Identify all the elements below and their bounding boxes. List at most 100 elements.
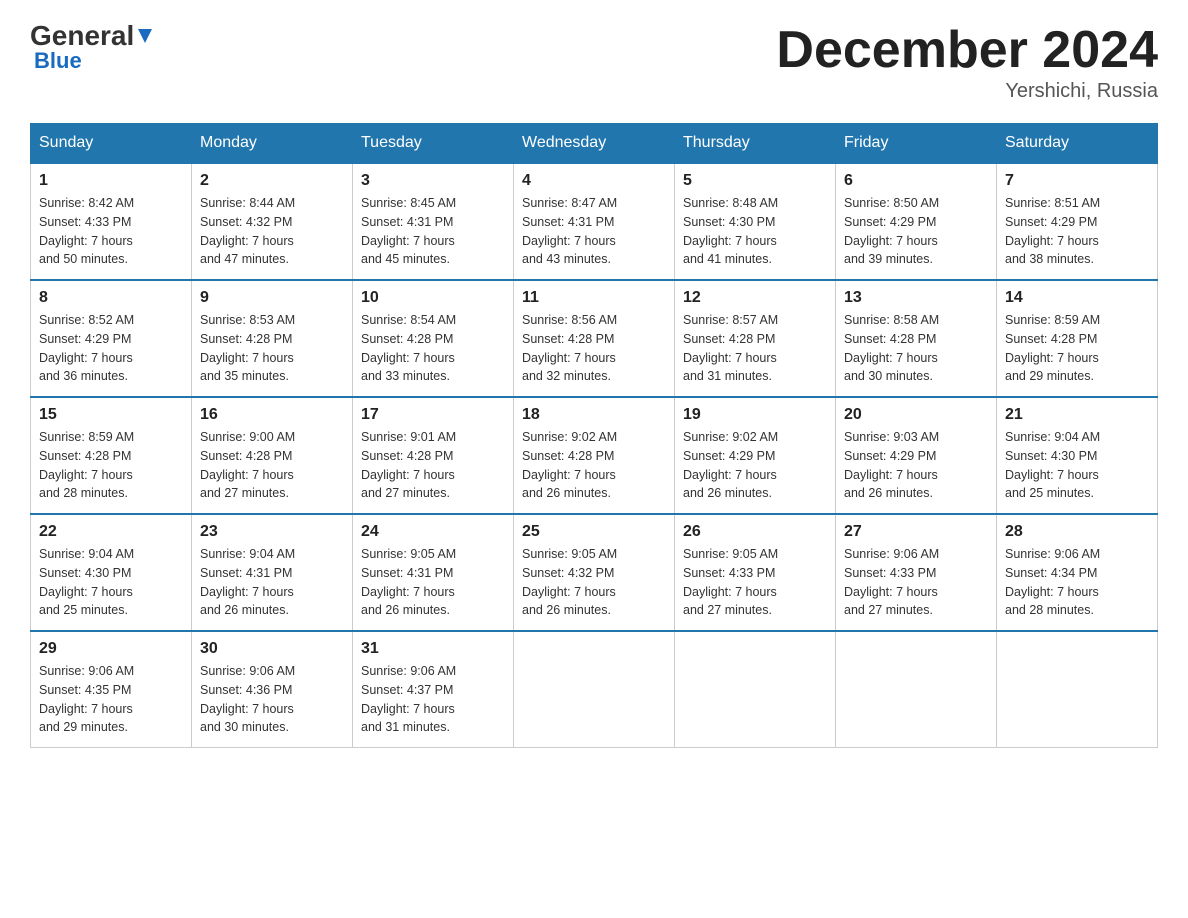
calendar-cell [675,631,836,748]
calendar-cell: 31 Sunrise: 9:06 AMSunset: 4:37 PMDaylig… [353,631,514,748]
calendar-cell: 8 Sunrise: 8:52 AMSunset: 4:29 PMDayligh… [31,280,192,397]
day-number: 11 [522,289,666,307]
calendar-cell: 4 Sunrise: 8:47 AMSunset: 4:31 PMDayligh… [514,163,675,280]
day-info: Sunrise: 9:02 AMSunset: 4:28 PMDaylight:… [522,430,617,500]
day-number: 15 [39,406,183,424]
day-number: 6 [844,172,988,190]
weekday-header-row: Sunday Monday Tuesday Wednesday Thursday… [31,124,1158,164]
day-number: 28 [1005,523,1149,541]
calendar-cell: 7 Sunrise: 8:51 AMSunset: 4:29 PMDayligh… [997,163,1158,280]
calendar-cell: 12 Sunrise: 8:57 AMSunset: 4:28 PMDaylig… [675,280,836,397]
calendar-cell: 17 Sunrise: 9:01 AMSunset: 4:28 PMDaylig… [353,397,514,514]
day-info: Sunrise: 9:06 AMSunset: 4:34 PMDaylight:… [1005,547,1100,617]
day-info: Sunrise: 9:00 AMSunset: 4:28 PMDaylight:… [200,430,295,500]
calendar-cell: 9 Sunrise: 8:53 AMSunset: 4:28 PMDayligh… [192,280,353,397]
day-info: Sunrise: 8:56 AMSunset: 4:28 PMDaylight:… [522,313,617,383]
calendar-cell: 22 Sunrise: 9:04 AMSunset: 4:30 PMDaylig… [31,514,192,631]
logo: General Blue [30,20,156,74]
calendar-cell: 25 Sunrise: 9:05 AMSunset: 4:32 PMDaylig… [514,514,675,631]
header-monday: Monday [192,124,353,164]
day-number: 31 [361,640,505,658]
calendar-cell: 18 Sunrise: 9:02 AMSunset: 4:28 PMDaylig… [514,397,675,514]
day-number: 16 [200,406,344,424]
location: Yershichi, Russia [776,80,1158,103]
day-number: 19 [683,406,827,424]
day-info: Sunrise: 9:04 AMSunset: 4:31 PMDaylight:… [200,547,295,617]
day-info: Sunrise: 9:05 AMSunset: 4:32 PMDaylight:… [522,547,617,617]
day-number: 9 [200,289,344,307]
calendar-cell [836,631,997,748]
day-info: Sunrise: 8:48 AMSunset: 4:30 PMDaylight:… [683,196,778,266]
day-number: 25 [522,523,666,541]
calendar-cell: 15 Sunrise: 8:59 AMSunset: 4:28 PMDaylig… [31,397,192,514]
week-row-1: 1 Sunrise: 8:42 AMSunset: 4:33 PMDayligh… [31,163,1158,280]
day-number: 26 [683,523,827,541]
day-number: 22 [39,523,183,541]
day-number: 10 [361,289,505,307]
week-row-3: 15 Sunrise: 8:59 AMSunset: 4:28 PMDaylig… [31,397,1158,514]
day-info: Sunrise: 8:50 AMSunset: 4:29 PMDaylight:… [844,196,939,266]
day-info: Sunrise: 9:04 AMSunset: 4:30 PMDaylight:… [1005,430,1100,500]
calendar-cell: 1 Sunrise: 8:42 AMSunset: 4:33 PMDayligh… [31,163,192,280]
calendar-cell: 21 Sunrise: 9:04 AMSunset: 4:30 PMDaylig… [997,397,1158,514]
day-number: 21 [1005,406,1149,424]
calendar-cell: 10 Sunrise: 8:54 AMSunset: 4:28 PMDaylig… [353,280,514,397]
calendar-cell: 26 Sunrise: 9:05 AMSunset: 4:33 PMDaylig… [675,514,836,631]
header-friday: Friday [836,124,997,164]
calendar-cell: 24 Sunrise: 9:05 AMSunset: 4:31 PMDaylig… [353,514,514,631]
day-info: Sunrise: 9:06 AMSunset: 4:33 PMDaylight:… [844,547,939,617]
day-info: Sunrise: 8:54 AMSunset: 4:28 PMDaylight:… [361,313,456,383]
day-number: 7 [1005,172,1149,190]
day-number: 29 [39,640,183,658]
calendar-cell: 3 Sunrise: 8:45 AMSunset: 4:31 PMDayligh… [353,163,514,280]
header-tuesday: Tuesday [353,124,514,164]
day-number: 2 [200,172,344,190]
day-number: 1 [39,172,183,190]
day-info: Sunrise: 8:44 AMSunset: 4:32 PMDaylight:… [200,196,295,266]
day-info: Sunrise: 9:05 AMSunset: 4:33 PMDaylight:… [683,547,778,617]
day-number: 27 [844,523,988,541]
day-number: 18 [522,406,666,424]
day-info: Sunrise: 8:59 AMSunset: 4:28 PMDaylight:… [1005,313,1100,383]
day-number: 13 [844,289,988,307]
day-info: Sunrise: 8:53 AMSunset: 4:28 PMDaylight:… [200,313,295,383]
calendar-cell: 30 Sunrise: 9:06 AMSunset: 4:36 PMDaylig… [192,631,353,748]
calendar-cell: 11 Sunrise: 8:56 AMSunset: 4:28 PMDaylig… [514,280,675,397]
calendar-cell: 27 Sunrise: 9:06 AMSunset: 4:33 PMDaylig… [836,514,997,631]
week-row-2: 8 Sunrise: 8:52 AMSunset: 4:29 PMDayligh… [31,280,1158,397]
calendar-cell: 29 Sunrise: 9:06 AMSunset: 4:35 PMDaylig… [31,631,192,748]
day-info: Sunrise: 9:06 AMSunset: 4:36 PMDaylight:… [200,664,295,734]
day-info: Sunrise: 9:04 AMSunset: 4:30 PMDaylight:… [39,547,134,617]
day-info: Sunrise: 8:59 AMSunset: 4:28 PMDaylight:… [39,430,134,500]
logo-triangle-icon [134,25,156,47]
day-info: Sunrise: 9:06 AMSunset: 4:35 PMDaylight:… [39,664,134,734]
calendar-cell: 2 Sunrise: 8:44 AMSunset: 4:32 PMDayligh… [192,163,353,280]
week-row-4: 22 Sunrise: 9:04 AMSunset: 4:30 PMDaylig… [31,514,1158,631]
calendar-cell: 23 Sunrise: 9:04 AMSunset: 4:31 PMDaylig… [192,514,353,631]
day-info: Sunrise: 8:58 AMSunset: 4:28 PMDaylight:… [844,313,939,383]
logo-blue-text: Blue [30,48,82,74]
day-info: Sunrise: 9:01 AMSunset: 4:28 PMDaylight:… [361,430,456,500]
week-row-5: 29 Sunrise: 9:06 AMSunset: 4:35 PMDaylig… [31,631,1158,748]
page-header: General Blue December 2024 Yershichi, Ru… [30,20,1158,103]
day-number: 12 [683,289,827,307]
day-info: Sunrise: 8:47 AMSunset: 4:31 PMDaylight:… [522,196,617,266]
calendar-cell: 13 Sunrise: 8:58 AMSunset: 4:28 PMDaylig… [836,280,997,397]
header-sunday: Sunday [31,124,192,164]
calendar-cell: 16 Sunrise: 9:00 AMSunset: 4:28 PMDaylig… [192,397,353,514]
calendar-cell: 20 Sunrise: 9:03 AMSunset: 4:29 PMDaylig… [836,397,997,514]
day-info: Sunrise: 8:42 AMSunset: 4:33 PMDaylight:… [39,196,134,266]
day-number: 14 [1005,289,1149,307]
day-info: Sunrise: 8:57 AMSunset: 4:28 PMDaylight:… [683,313,778,383]
day-number: 30 [200,640,344,658]
day-number: 5 [683,172,827,190]
header-thursday: Thursday [675,124,836,164]
header-saturday: Saturday [997,124,1158,164]
calendar-cell [997,631,1158,748]
calendar-cell: 19 Sunrise: 9:02 AMSunset: 4:29 PMDaylig… [675,397,836,514]
calendar-cell: 28 Sunrise: 9:06 AMSunset: 4:34 PMDaylig… [997,514,1158,631]
title-block: December 2024 Yershichi, Russia [776,20,1158,103]
calendar-cell [514,631,675,748]
header-wednesday: Wednesday [514,124,675,164]
month-title: December 2024 [776,20,1158,80]
